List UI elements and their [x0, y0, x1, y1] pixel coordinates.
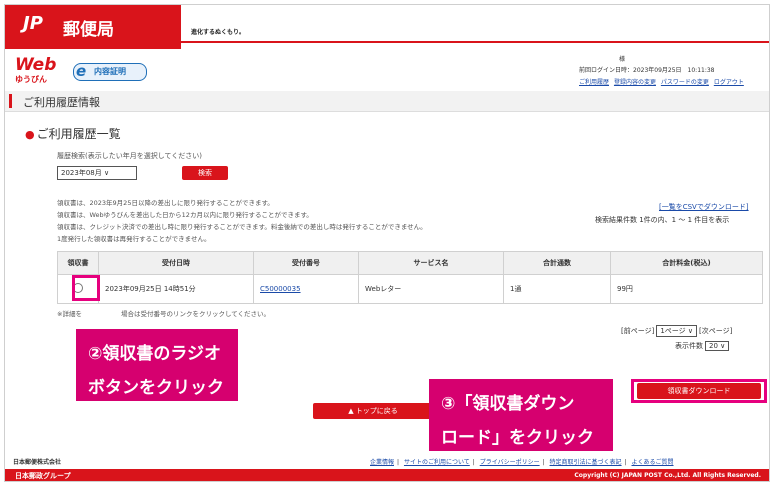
- page-title: ご利用履歴情報: [23, 96, 100, 109]
- callout-line: ロード」をクリック: [441, 428, 594, 448]
- table-header-row: 領収書 受付日時 受付番号 サービス名 合計通数 合計料金(税込): [57, 251, 763, 275]
- e-naiyo-shomei-logo: e 内容証明: [73, 62, 147, 81]
- jp-post-logo-icon: JP: [23, 13, 43, 34]
- col-service: サービス名: [358, 251, 504, 275]
- date-cell: 2023年09月25日 14時51分: [98, 274, 254, 304]
- download-highlight-box: [631, 379, 767, 403]
- web-yubin-logo-sub: ゆうびん: [15, 75, 47, 84]
- step3-callout: ③「領収書ダウン ロード」をクリック: [429, 379, 613, 451]
- e-logo-text: 内容証明: [94, 67, 126, 76]
- history-table: 領収書 受付日時 受付番号 サービス名 合計通数 合計料金(税込) 2023年0…: [57, 251, 763, 304]
- number-cell: C50000035: [253, 274, 359, 304]
- month-select[interactable]: 2023年08月 ∨: [57, 166, 137, 180]
- link-logout[interactable]: ログアウト: [714, 79, 744, 86]
- top-brand-bar: JP 郵便局 進化するぬくもり。: [5, 5, 769, 49]
- next-page-link[interactable]: [次ページ]: [699, 327, 732, 335]
- note-line: 領収書は、Webゆうびんを差出した日から12カ月以内に限り発行することができます…: [57, 211, 313, 219]
- table-row: 2023年09月25日 14時51分 C50000035 Webレター 1通 9…: [57, 274, 763, 304]
- step2-callout: ②領収書のラジオ ボタンをクリック: [76, 329, 238, 401]
- footer-link-company[interactable]: 企業情報: [370, 459, 394, 466]
- callout-line: ②領収書のラジオ: [88, 344, 222, 364]
- page-title-bar: ご利用履歴情報: [5, 91, 769, 112]
- group-name: 日本郵政グループ: [15, 472, 71, 480]
- result-count: 検索結果件数 1件の内、1 ～ 1 件目を表示: [595, 216, 730, 224]
- browser-page: JP 郵便局 進化するぬくもり。 Web ゆうびん e 内容証明 様 前回ログイ…: [4, 4, 770, 482]
- footer-link-site-usage[interactable]: サイトのご利用について: [404, 459, 470, 466]
- brand-divider: [181, 41, 769, 43]
- slogan: 進化するぬくもり。: [191, 29, 245, 36]
- footer-link-privacy[interactable]: プライバシーポリシー: [480, 459, 540, 466]
- link-change-password[interactable]: パスワードの変更: [661, 79, 709, 86]
- brand-red-block: JP 郵便局: [5, 5, 181, 49]
- bullet-icon: ●: [25, 128, 35, 141]
- back-to-top-button[interactable]: ▲ トップに戻る: [313, 403, 433, 419]
- callout-line: ③「領収書ダウン: [441, 394, 575, 414]
- footer-link-faq[interactable]: よくあるご質問: [632, 459, 674, 466]
- receipt-number-link[interactable]: C50000035: [260, 285, 301, 293]
- copyright: Copyright (C) JAPAN POST Co.,Ltd. All Ri…: [574, 472, 761, 479]
- per-page-select[interactable]: 20 ∨: [705, 341, 730, 351]
- table-footnote: ※詳細を 場合は受付番号のリンクをクリックしてください。: [57, 310, 271, 318]
- amount-cell: 99円: [610, 274, 763, 304]
- note-line: 1度発行した領収書は再発行することができません。: [57, 235, 211, 243]
- col-number: 受付番号: [253, 251, 359, 275]
- col-amount: 合計料金(税込): [610, 251, 763, 275]
- search-button[interactable]: 検索: [182, 166, 228, 180]
- col-count: 合計通数: [503, 251, 611, 275]
- col-date: 受付日時: [98, 251, 254, 275]
- footer-red-bar: 日本郵政グループ Copyright (C) JAPAN POST Co.,Lt…: [5, 469, 769, 481]
- company-name: 日本郵便株式会社: [13, 459, 62, 466]
- footer-link-commerce-law[interactable]: 特定商取引法に基づく表記: [550, 459, 622, 466]
- web-yubin-logo[interactable]: Web: [15, 55, 56, 75]
- service-cell: Webレター: [358, 274, 504, 304]
- link-change-registration[interactable]: 登録内容の変更: [614, 79, 656, 86]
- search-label: 履歴検索(表示したい年月を選択してください): [57, 152, 203, 160]
- pager: [前ページ] 1ページ ∨ [次ページ]: [621, 325, 732, 337]
- footer-links: 企業情報 | サイトのご利用について | プライバシーポリシー | 特定商取引法に基づ…: [370, 459, 674, 466]
- count-cell: 1通: [503, 274, 611, 304]
- prev-page-link[interactable]: [前ページ]: [621, 327, 654, 335]
- note-line: 領収書は、2023年9月25日以降の差出しに限り発行することができます。: [57, 199, 274, 207]
- page-select[interactable]: 1ページ ∨: [656, 325, 697, 337]
- last-login: 前回ログイン日時：2023年09月25日 10:11:38: [579, 67, 715, 74]
- section-title-text: ご利用履歴一覧: [36, 127, 121, 141]
- callout-line: ボタンをクリック: [88, 378, 224, 398]
- brand-name: 郵便局: [63, 20, 114, 40]
- user-name: 様: [619, 56, 626, 63]
- note-line: 領収書は、クレジット決済での差出し時に限り発行することができます。料金後納での差…: [57, 223, 427, 231]
- section-title: ● ご利用履歴一覧: [25, 125, 121, 142]
- per-page: 表示件数 20 ∨: [675, 341, 730, 351]
- footer: 日本郵便株式会社 企業情報 | サイトのご利用について | プライバシーポリシー | …: [5, 455, 769, 467]
- csv-download-link[interactable]: [一覧をCSVでダウンロード]: [659, 202, 749, 212]
- service-header: Web ゆうびん e 内容証明 様 前回ログイン日時：2023年09月25日 1…: [5, 49, 769, 91]
- header-links: ご利用履歴 登録内容の変更 パスワードの変更 ログアウト: [579, 77, 747, 86]
- per-page-label: 表示件数: [675, 342, 703, 350]
- notes: 領収書は、2023年9月25日以降の差出しに限り発行することができます。 領収書…: [57, 197, 427, 245]
- link-usage-history[interactable]: ご利用履歴: [579, 79, 609, 86]
- e-logo-icon: e: [76, 62, 87, 80]
- title-accent: [9, 94, 12, 108]
- radio-highlight-box: [72, 275, 100, 301]
- col-receipt: 領収書: [57, 251, 99, 275]
